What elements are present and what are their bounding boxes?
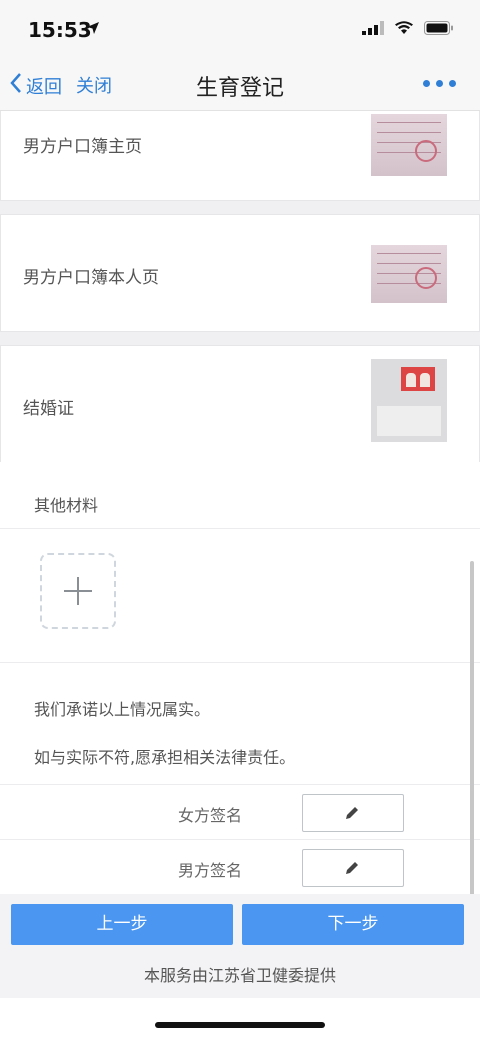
- pledge-line: 我们承诺以上情况属实。: [34, 700, 211, 719]
- form-content[interactable]: 男方户口簿主页 男方户口簿本人页 结婚证 其他材料 我们承诺以上情况属实。 如与…: [0, 111, 480, 894]
- back-label: 返回: [26, 76, 62, 98]
- marriage-certificate-thumbnail[interactable]: [371, 359, 447, 442]
- pencil-icon: [344, 805, 360, 825]
- signature-section: 女方签名 男方签名: [0, 784, 480, 894]
- page-title: 生育登记: [195, 76, 284, 101]
- document-card[interactable]: 男方户口簿本人页: [0, 214, 480, 332]
- pledge-line: 如与实际不符,愿承担相关法律责任。: [34, 748, 296, 767]
- household-register-thumbnail[interactable]: [371, 245, 447, 303]
- document-label: 男方户口簿主页: [23, 137, 142, 157]
- more-options-button[interactable]: [423, 80, 456, 87]
- bottom-safe-area: [0, 998, 480, 1039]
- close-button[interactable]: 关闭: [76, 72, 112, 98]
- home-indicator[interactable]: [155, 1022, 325, 1028]
- footer: 上一步 下一步 本服务由江苏省卫健委提供: [0, 894, 480, 998]
- status-time: 15:53: [28, 18, 92, 42]
- document-card[interactable]: 男方户口簿主页: [0, 111, 480, 201]
- male-signature-label: 男方签名: [178, 861, 243, 880]
- back-button[interactable]: 返回: [10, 72, 62, 99]
- chevron-left-icon: [10, 72, 22, 99]
- nav-bar: 生育登记 返回 关闭: [0, 60, 480, 111]
- document-label: 男方户口簿本人页: [23, 268, 159, 288]
- status-bar: 15:53: [0, 0, 480, 60]
- section-title: 其他材料: [34, 496, 99, 515]
- female-signature-field[interactable]: [302, 794, 404, 832]
- next-step-button[interactable]: 下一步: [242, 904, 464, 945]
- add-material-button[interactable]: [40, 553, 116, 629]
- previous-step-button[interactable]: 上一步: [11, 904, 233, 945]
- scrollbar[interactable]: [470, 561, 474, 894]
- document-card[interactable]: 结婚证: [0, 345, 480, 463]
- battery-icon: [424, 20, 454, 39]
- provider-text: 本服务由江苏省卫健委提供: [143, 966, 336, 985]
- wifi-icon: [394, 20, 414, 39]
- status-icons: [362, 20, 454, 39]
- pencil-icon: [344, 860, 360, 880]
- more-dot-icon: [449, 80, 456, 87]
- more-dot-icon: [436, 80, 443, 87]
- female-signature-label: 女方签名: [178, 806, 243, 825]
- household-register-thumbnail[interactable]: [371, 114, 447, 176]
- signal-icon: [362, 20, 384, 39]
- location-arrow-icon: [86, 20, 100, 39]
- document-label: 结婚证: [23, 399, 74, 419]
- male-signature-field[interactable]: [302, 849, 404, 887]
- more-dot-icon: [423, 80, 430, 87]
